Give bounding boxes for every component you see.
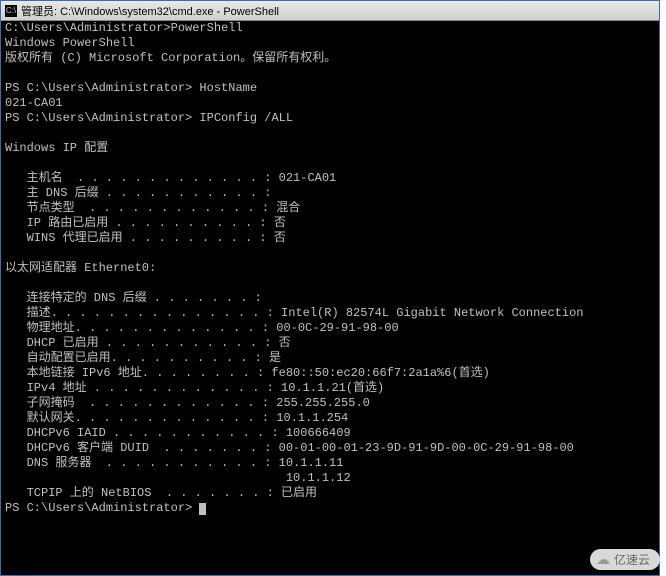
cmd-icon: C:\ <box>5 5 17 17</box>
line-adapter-dhcp: DHCP 已启用 . . . . . . . . . . . : 否 <box>5 336 291 350</box>
line-hostname: 021-CA01 <box>5 96 63 110</box>
line-host-cfg-nodetype: 节点类型 . . . . . . . . . . . . : 混合 <box>5 201 300 215</box>
cursor <box>199 503 206 515</box>
line-host-cfg-wins: WINS 代理已启用 . . . . . . . . . : 否 <box>5 231 286 245</box>
console-window: C:\ 管理员: C:\Windows\system32\cmd.exe - P… <box>0 0 660 576</box>
line-adapter-dns1: DNS 服务器 . . . . . . . . . . . : 10.1.1.1… <box>5 456 343 470</box>
terminal-body[interactable]: C:\Users\Administrator>PowerShell Window… <box>1 21 659 575</box>
line-adapter-ipv6: 本地链接 IPv6 地址. . . . . . . . : fe80::50:e… <box>5 366 490 380</box>
line-adapter-netbios: TCPIP 上的 NetBIOS . . . . . . . : 已启用 <box>5 486 317 500</box>
titlebar[interactable]: C:\ 管理员: C:\Windows\system32\cmd.exe - P… <box>1 1 659 21</box>
line-adapter-iaid: DHCPv6 IAID . . . . . . . . . . . : 1006… <box>5 426 351 440</box>
window-title: 管理员: C:\Windows\system32\cmd.exe - Power… <box>21 3 279 19</box>
line-header: Windows IP 配置 <box>5 141 108 155</box>
line-adapter-desc: 描述. . . . . . . . . . . . . . . : Intel(… <box>5 306 584 320</box>
line-adapter-gateway: 默认网关. . . . . . . . . . . . . : 10.1.1.2… <box>5 411 348 425</box>
watermark-text: 亿速云 <box>614 551 650 568</box>
line-prompt3: PS C:\Users\Administrator> <box>5 501 199 515</box>
line-adapter-mask: 子网掩码 . . . . . . . . . . . . : 255.255.2… <box>5 396 370 410</box>
line-host-cfg-iproute: IP 路由已启用 . . . . . . . . . . : 否 <box>5 216 286 230</box>
line-adapter-autoconf: 自动配置已启用. . . . . . . . . . : 是 <box>5 351 281 365</box>
watermark: ☁ 亿速云 <box>590 549 660 570</box>
line-adapter-dnssuffix: 连接特定的 DNS 后缀 . . . . . . . : <box>5 291 262 305</box>
line-banner1: Windows PowerShell <box>5 36 135 50</box>
line-launch: C:\Users\Administrator>PowerShell <box>5 21 243 35</box>
line-adapter-duid: DHCPv6 客户端 DUID . . . . . . . : 00-01-00… <box>5 441 574 455</box>
line-host-cfg-hostname: 主机名 . . . . . . . . . . . . . : 021-CA01 <box>5 171 336 185</box>
line-banner2: 版权所有 (C) Microsoft Corporation。保留所有权利。 <box>5 51 336 65</box>
line-prompt1: PS C:\Users\Administrator> HostName <box>5 81 257 95</box>
line-host-cfg-dnssuffix: 主 DNS 后缀 . . . . . . . . . . . : <box>5 186 271 200</box>
line-adapter-header: 以太网适配器 Ethernet0: <box>5 261 156 275</box>
line-adapter-ipv4: IPv4 地址 . . . . . . . . . . . . : 10.1.1… <box>5 381 384 395</box>
line-prompt2: PS C:\Users\Administrator> IPConfig /ALL <box>5 111 293 125</box>
cloud-icon: ☁ <box>596 551 610 568</box>
line-adapter-mac: 物理地址. . . . . . . . . . . . . : 00-0C-29… <box>5 321 399 335</box>
line-adapter-dns2: 10.1.1.12 <box>5 471 351 485</box>
